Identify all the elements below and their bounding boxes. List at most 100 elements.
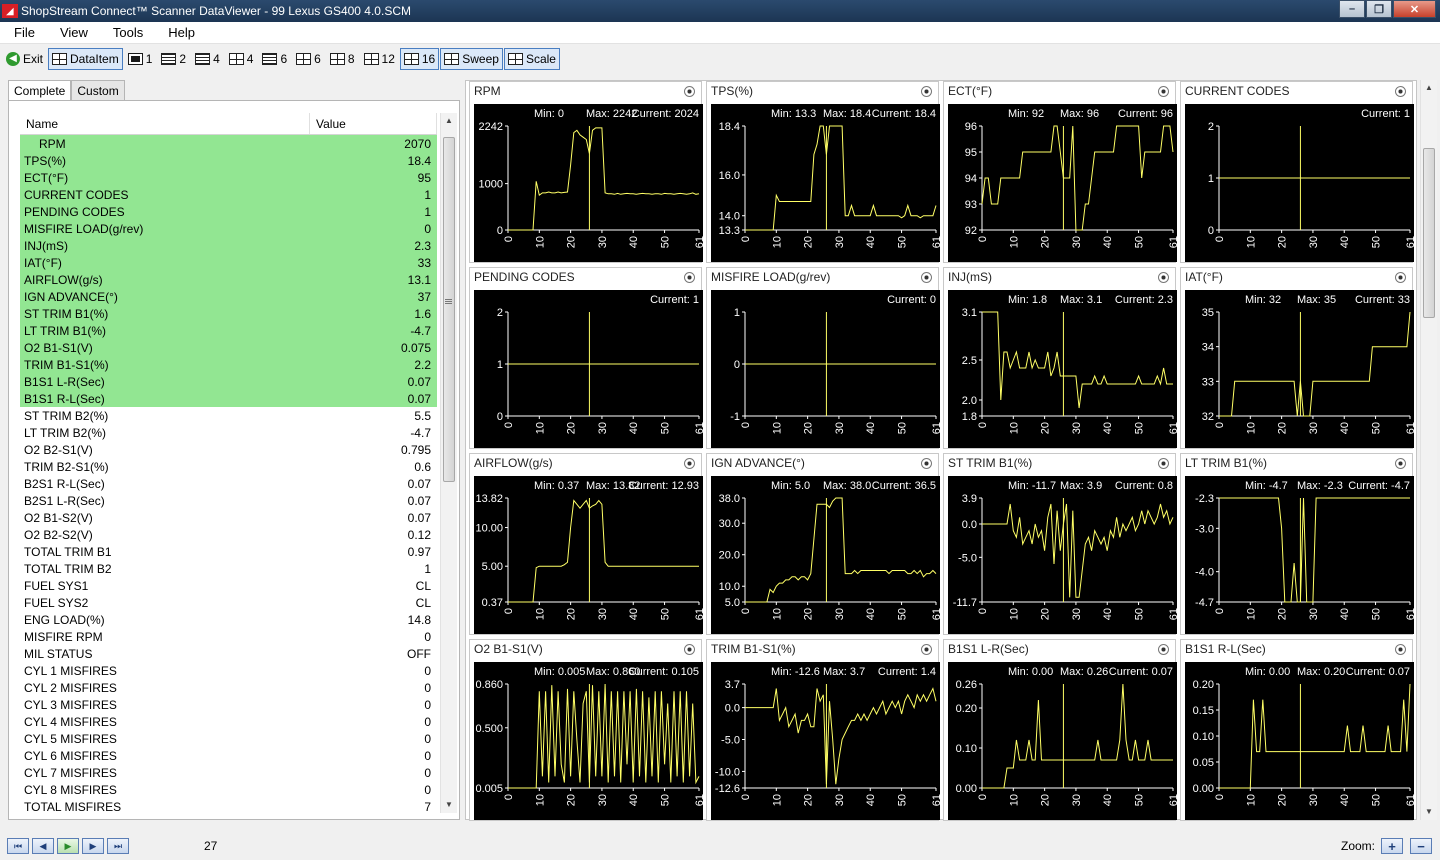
last-frame-button[interactable]: ⏭ bbox=[107, 838, 129, 854]
table-row[interactable]: LT TRIM B2(%) -4.7 bbox=[20, 424, 437, 441]
layout-16-button[interactable]: 16 bbox=[399, 48, 440, 70]
chart-panel-misfire-load-g-rev[interactable]: MISFIRE LOAD(g/rev) Current: 0 -1 0 1 0 10 20 30… bbox=[706, 267, 940, 449]
chart-select-radio-icon[interactable] bbox=[684, 644, 695, 655]
column-header-name[interactable]: Name bbox=[20, 113, 310, 134]
table-row[interactable]: CYL 4 MISFIRES 0 bbox=[20, 713, 437, 730]
exit-button[interactable]: ◀ Exit bbox=[2, 48, 47, 70]
table-row[interactable]: INJ(mS) 2.3 bbox=[20, 237, 437, 254]
chart-select-radio-icon[interactable] bbox=[684, 272, 695, 283]
close-button[interactable]: ✕ bbox=[1393, 0, 1436, 18]
table-row[interactable]: CYL 3 MISFIRES 0 bbox=[20, 696, 437, 713]
chart-panel-ign-advance[interactable]: IGN ADVANCE(°) Min: 5.0 Max: 38.0 Current: … bbox=[706, 453, 940, 635]
chart-panel-ect-f[interactable]: ECT(°F) Min: 92 Max: 96 Current: 96 92 93 94 95… bbox=[943, 81, 1177, 263]
table-row[interactable]: AIRFLOW(g/s) 13.1 bbox=[20, 271, 437, 288]
maximize-button[interactable]: ❐ bbox=[1366, 0, 1392, 18]
chart-select-radio-icon[interactable] bbox=[1395, 272, 1406, 283]
zoom-out-button[interactable]: − bbox=[1410, 838, 1432, 854]
list-scrollbar[interactable]: ▲ ▼ bbox=[440, 113, 457, 813]
zoom-in-button[interactable]: + bbox=[1381, 838, 1403, 854]
layout-12-button[interactable]: 12 bbox=[360, 48, 399, 70]
chart-select-radio-icon[interactable] bbox=[1395, 86, 1406, 97]
table-row[interactable]: B1S1 R-L(Sec) 0.07 bbox=[20, 390, 437, 407]
table-row[interactable]: O2 B2-S1(V) 0.795 bbox=[20, 441, 437, 458]
chart-panel-o2-b1-s1-v[interactable]: O2 B1-S1(V) Min: 0.005 Max: 0.860 Current: … bbox=[469, 639, 703, 821]
next-frame-button[interactable]: ▶ bbox=[82, 838, 104, 854]
table-row[interactable]: B2S1 L-R(Sec) 0.07 bbox=[20, 492, 437, 509]
table-row[interactable]: CYL 6 MISFIRES 0 bbox=[20, 747, 437, 764]
table-row[interactable]: TOTAL TRIM B1 0.97 bbox=[20, 543, 437, 560]
column-header-value[interactable]: Value bbox=[310, 113, 437, 134]
chart-panel-trim-b1-s1[interactable]: TRIM B1-S1(%) Min: -12.6 Max: 3.7 Current: … bbox=[706, 639, 940, 821]
table-row[interactable]: ST TRIM B1(%) 1.6 bbox=[20, 305, 437, 322]
table-row[interactable]: IGN ADVANCE(°) 37 bbox=[20, 288, 437, 305]
table-row[interactable]: IAT(°F) 33 bbox=[20, 254, 437, 271]
chart-panel-current-codes[interactable]: CURRENT CODES Current: 1 0 1 2 0 10 20 30 40 50 61 bbox=[1180, 81, 1414, 263]
table-row[interactable]: FUEL SYS2 CL bbox=[20, 594, 437, 611]
table-row[interactable]: O2 B1-S1(V) 0.075 bbox=[20, 339, 437, 356]
table-row[interactable]: ENG LOAD(%) 14.8 bbox=[20, 611, 437, 628]
chart-panel-b1s1-l-r-sec[interactable]: B1S1 L-R(Sec) Min: 0.00 Max: 0.26 Current: … bbox=[943, 639, 1177, 821]
table-row[interactable]: MIL STATUS OFF bbox=[20, 645, 437, 662]
table-row[interactable]: B1S1 L-R(Sec) 0.07 bbox=[20, 373, 437, 390]
table-row[interactable]: LT TRIM B1(%) -4.7 bbox=[20, 322, 437, 339]
layout-1-button[interactable]: 1 bbox=[124, 48, 157, 70]
layout-6-rows-button[interactable]: 6 bbox=[258, 48, 291, 70]
table-row[interactable]: B2S1 R-L(Sec) 0.07 bbox=[20, 475, 437, 492]
table-row[interactable]: CURRENT CODES 1 bbox=[20, 186, 437, 203]
layout-4-grid-button[interactable]: 4 bbox=[225, 48, 258, 70]
chart-panel-pending-codes[interactable]: PENDING CODES Current: 1 0 1 2 0 10 20 30 40 50 61 bbox=[469, 267, 703, 449]
chart-panel-iat-f[interactable]: IAT(°F) Min: 32 Max: 35 Current: 33 32 33 34 35… bbox=[1180, 267, 1414, 449]
scroll-down-icon[interactable]: ▼ bbox=[441, 797, 457, 813]
chart-select-radio-icon[interactable] bbox=[921, 86, 932, 97]
table-row[interactable]: MISFIRE LOAD(g/rev) 0 bbox=[20, 220, 437, 237]
menu-help[interactable]: Help bbox=[154, 25, 206, 40]
table-row[interactable]: CYL 5 MISFIRES 0 bbox=[20, 730, 437, 747]
chart-panel-st-trim-b1[interactable]: ST TRIM B1(%) Min: -11.7 Max: 3.9 Current: … bbox=[943, 453, 1177, 635]
chart-select-radio-icon[interactable] bbox=[1158, 644, 1169, 655]
chart-panel-rpm[interactable]: RPM Min: 0 Max: 2242 Current: 2024 0 1000 2242… bbox=[469, 81, 703, 263]
table-row[interactable]: O2 B1-S2(V) 0.07 bbox=[20, 509, 437, 526]
chart-select-radio-icon[interactable] bbox=[921, 458, 932, 469]
scroll-up-icon[interactable]: ▲ bbox=[441, 113, 457, 129]
chart-scrollbar[interactable]: ▲ ▼ bbox=[1420, 80, 1437, 820]
tab-custom[interactable]: Custom bbox=[71, 80, 125, 100]
scale-button[interactable]: Scale bbox=[503, 48, 560, 70]
menu-tools[interactable]: Tools bbox=[99, 25, 154, 40]
table-row[interactable]: CYL 7 MISFIRES 0 bbox=[20, 764, 437, 781]
table-row[interactable]: MISFIRE RPM 0 bbox=[20, 628, 437, 645]
sweep-button[interactable]: Sweep bbox=[440, 48, 503, 70]
table-row[interactable]: TPS(%) 18.4 bbox=[20, 152, 437, 169]
menu-view[interactable]: View bbox=[46, 25, 99, 40]
chart-panel-inj-ms[interactable]: INJ(mS) Min: 1.8 Max: 3.1 Current: 2.3 1.8 2.… bbox=[943, 267, 1177, 449]
table-row[interactable]: TOTAL TRIM B2 1 bbox=[20, 560, 437, 577]
chart-panel-tps[interactable]: TPS(%) Min: 13.3 Max: 18.4 Current: 18.4 13.… bbox=[706, 81, 940, 263]
chart-scroll-thumb[interactable] bbox=[1423, 148, 1435, 318]
menu-file[interactable]: File bbox=[0, 25, 46, 40]
layout-6-grid-button[interactable]: 6 bbox=[292, 48, 325, 70]
table-row[interactable]: O2 B2-S2(V) 0.12 bbox=[20, 526, 437, 543]
table-row[interactable]: CYL 2 MISFIRES 0 bbox=[20, 679, 437, 696]
chart-scroll-down-icon[interactable]: ▼ bbox=[1421, 804, 1437, 820]
table-row[interactable]: CYL 8 MISFIRES 0 bbox=[20, 781, 437, 798]
dataitem-button[interactable]: DataItem bbox=[48, 48, 123, 70]
chart-select-radio-icon[interactable] bbox=[1395, 644, 1406, 655]
chart-select-radio-icon[interactable] bbox=[684, 86, 695, 97]
table-row[interactable]: PENDING CODES 1 bbox=[20, 203, 437, 220]
minimize-button[interactable]: – bbox=[1339, 0, 1365, 18]
chart-select-radio-icon[interactable] bbox=[1158, 458, 1169, 469]
table-row[interactable]: RPM 2070 bbox=[20, 135, 437, 152]
chart-select-radio-icon[interactable] bbox=[921, 644, 932, 655]
layout-8-button[interactable]: 8 bbox=[326, 48, 359, 70]
chart-select-radio-icon[interactable] bbox=[684, 458, 695, 469]
chart-panel-b1s1-r-l-sec[interactable]: B1S1 R-L(Sec) Min: 0.00 Max: 0.20 Current: … bbox=[1180, 639, 1414, 821]
tab-complete[interactable]: Complete bbox=[8, 80, 72, 101]
table-row[interactable]: TRIM B2-S1(%) 0.6 bbox=[20, 458, 437, 475]
chart-select-radio-icon[interactable] bbox=[1395, 458, 1406, 469]
chart-scroll-up-icon[interactable]: ▲ bbox=[1421, 80, 1437, 96]
table-row[interactable]: ST TRIM B2(%) 5.5 bbox=[20, 407, 437, 424]
chart-select-radio-icon[interactable] bbox=[1158, 86, 1169, 97]
table-row[interactable]: CYL 1 MISFIRES 0 bbox=[20, 662, 437, 679]
first-frame-button[interactable]: ⏮ bbox=[7, 838, 29, 854]
table-row[interactable]: TOTAL MISFIRES 7 bbox=[20, 798, 437, 814]
table-row[interactable]: TRIM B1-S1(%) 2.2 bbox=[20, 356, 437, 373]
